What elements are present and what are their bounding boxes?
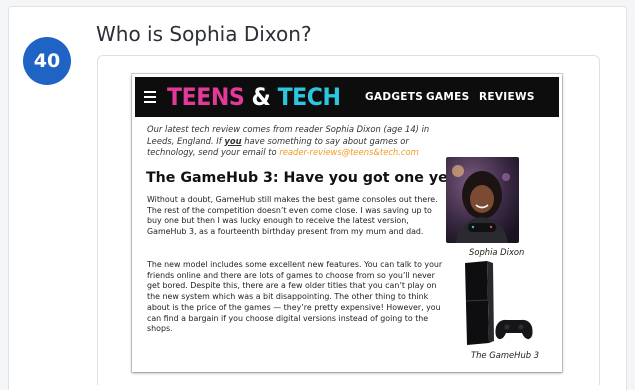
question-text: Who is Sophia Dixon?: [96, 22, 312, 46]
magazine-masthead: TEENS & TECH GADGETS GAMES REVIEWS: [135, 77, 559, 117]
nav-reviews: REVIEWS: [479, 91, 535, 103]
console-image: [465, 261, 533, 345]
nav-gadgets: GADGETS: [365, 91, 424, 103]
email-address: reader-reviews@teens&tech.com: [279, 147, 419, 157]
menu-icon: [144, 91, 156, 103]
magazine-logo: TEENS & TECH: [167, 83, 341, 111]
console-caption: The GameHub 3: [471, 350, 540, 360]
article-headline: The GameHub 3: Have you got one yet?: [146, 170, 463, 186]
article-intro: Our latest tech review comes from reader…: [147, 124, 430, 157]
nav-games: GAMES: [426, 91, 470, 103]
sophia-photo: [446, 157, 519, 243]
article-image: TEENS & TECH GADGETS GAMES REVIEWS Our l…: [132, 74, 562, 372]
article-paragraph-1: Without a doubt, GameHub still makes the…: [147, 195, 438, 237]
article-paragraph-2: The new model includes some excellent ne…: [147, 260, 443, 334]
question-number-badge: 40: [23, 37, 71, 85]
photo-caption: Sophia Dixon: [469, 247, 525, 257]
